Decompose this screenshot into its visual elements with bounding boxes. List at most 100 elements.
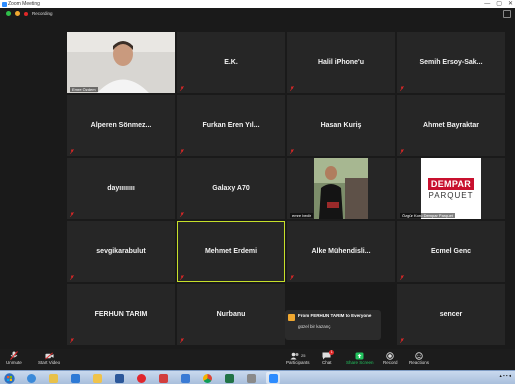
participant-tile[interactable]: Furkan Eren Yıl... xyxy=(177,95,285,156)
share-screen-icon xyxy=(355,351,364,360)
reactions-button[interactable]: Reactions xyxy=(409,351,429,365)
taskbar-explorer-icon[interactable] xyxy=(46,372,60,384)
record-label: Record xyxy=(383,360,398,365)
muted-mic-icon xyxy=(180,338,184,343)
participant-name: Halil iPhone'u xyxy=(317,59,364,66)
participants-label: Participants xyxy=(286,360,310,365)
gallery-view-button[interactable] xyxy=(503,10,511,18)
tray-icons[interactable]: ▴ ▪ ▪ ◂ xyxy=(500,373,511,378)
participant-video xyxy=(287,158,395,219)
participant-name: Mehmet Erdemi xyxy=(204,248,258,255)
participant-tile[interactable]: Emre Özdem xyxy=(67,32,175,93)
minimize-button[interactable]: — xyxy=(484,0,490,8)
share-screen-label: Share Screen xyxy=(346,360,374,365)
taskbar-folder-icon[interactable] xyxy=(90,372,104,384)
muted-mic-icon xyxy=(70,149,74,154)
dempar-parquet-logo: DEMPAR PARQUET xyxy=(421,158,481,219)
participant-tile[interactable]: Hasan Kuriş xyxy=(287,95,395,156)
status-row: Recording xyxy=(6,11,53,16)
meeting-top-bar xyxy=(0,8,515,22)
video-camera-off-icon xyxy=(44,351,54,360)
zoom-app-icon xyxy=(2,1,7,7)
participant-tile[interactable]: FERHUN TARIM xyxy=(67,284,175,345)
participant-name: FERHUN TARIM xyxy=(94,311,148,318)
participant-name: Ahmet Bayraktar xyxy=(422,122,480,129)
participant-tile[interactable]: Mehmet Erdemi xyxy=(177,221,285,282)
reactions-label: Reactions xyxy=(409,360,430,365)
participant-tile[interactable]: Semih Ersoy-Sak... xyxy=(397,32,505,93)
muted-mic-icon xyxy=(180,212,184,217)
taskbar-chrome-icon[interactable] xyxy=(200,372,214,384)
participant-video xyxy=(67,32,175,93)
chat-notification-message: güzel bir kazanç xyxy=(298,324,331,329)
participant-name: sencer xyxy=(439,311,463,318)
window-controls: — ▢ ✕ xyxy=(484,0,513,8)
taskbar-app-icon[interactable] xyxy=(156,372,170,384)
muted-microphone-icon xyxy=(9,351,18,360)
chat-icon: 1 xyxy=(322,350,335,360)
windows-taskbar: ▴ ▪ ▪ ◂ xyxy=(0,370,515,384)
participant-name: Semih Ersoy-Sak... xyxy=(419,59,483,66)
maximize-button[interactable]: ▢ xyxy=(496,0,502,8)
meeting-toolbar: Unmute Start Video 25 Participants 1 Cha… xyxy=(0,349,515,370)
participant-tile[interactable]: Ecmel Genc xyxy=(397,221,505,282)
participant-tile[interactable]: Nurbanu xyxy=(177,284,285,345)
close-button[interactable]: ✕ xyxy=(508,0,513,8)
muted-mic-icon xyxy=(400,86,404,91)
taskbar-excel-icon[interactable] xyxy=(222,372,236,384)
participants-button[interactable]: 25 Participants xyxy=(286,351,310,365)
taskbar-app3-icon[interactable] xyxy=(244,372,258,384)
participant-tile[interactable]: Halil iPhone'u xyxy=(287,32,395,93)
window-titlebar: Zoom Meeting — ▢ ✕ xyxy=(0,0,515,8)
taskbar-word-icon[interactable] xyxy=(112,372,126,384)
participant-name: Galaxy A70 xyxy=(212,185,250,192)
recording-dot-icon xyxy=(24,11,28,16)
participant-tile[interactable]: E.K. xyxy=(177,32,285,93)
participant-tile[interactable]: dayıııııııı xyxy=(67,158,175,219)
record-button[interactable]: Record xyxy=(383,351,398,365)
participants-count: 25 xyxy=(301,353,306,358)
chat-button[interactable]: 1 Chat xyxy=(322,350,335,365)
participant-name-tag: Özgür Koru Dempar Parquet xyxy=(400,213,455,218)
muted-mic-icon xyxy=(180,86,184,91)
participant-name: Furkan Eren Yıl... xyxy=(202,122,260,129)
share-screen-button[interactable]: Share Screen xyxy=(346,351,374,365)
windows-logo-icon xyxy=(3,372,15,384)
start-button[interactable] xyxy=(2,372,16,384)
participant-name: Hasan Kuriş xyxy=(320,122,362,129)
participant-tile[interactable]: sevgikarabulut xyxy=(67,221,175,282)
muted-mic-icon xyxy=(400,275,404,280)
participant-tile[interactable]: emre bedir xyxy=(287,158,395,219)
system-tray: ▴ ▪ ▪ ◂ xyxy=(500,373,511,378)
participant-tile[interactable]: Ahmet Bayraktar xyxy=(397,95,505,156)
start-video-button[interactable]: Start Video xyxy=(38,351,60,365)
taskbar-opera-icon[interactable] xyxy=(134,372,148,384)
security-shield-icon[interactable] xyxy=(6,11,11,16)
participant-name: sevgikarabulut xyxy=(96,248,146,255)
taskbar-app2-icon[interactable] xyxy=(178,372,192,384)
participant-tile[interactable]: DEMPAR PARQUET Özgür Koru Dempar Parquet xyxy=(397,158,505,219)
muted-mic-icon xyxy=(70,338,74,343)
participant-name: Alperen Sönmez... xyxy=(90,122,152,129)
unmute-button[interactable]: Unmute xyxy=(6,351,22,365)
taskbar-ie-icon[interactable] xyxy=(24,372,38,384)
participant-tile[interactable]: sencer xyxy=(397,284,505,345)
muted-mic-icon xyxy=(180,149,184,154)
chat-notification-sender: From FERHUN TARIM to Everyone xyxy=(298,313,372,318)
muted-mic-icon xyxy=(290,275,294,280)
chat-notification[interactable]: From FERHUN TARIM to Everyone güzel bir … xyxy=(285,310,381,340)
participant-name: Nurbanu xyxy=(216,311,246,318)
recording-label: Recording xyxy=(32,11,53,16)
window-title: Zoom Meeting xyxy=(8,1,40,7)
chat-unread-badge: 1 xyxy=(329,350,335,355)
participant-tile[interactable]: Galaxy A70 xyxy=(177,158,285,219)
unmute-label: Unmute xyxy=(6,360,22,365)
record-icon xyxy=(386,351,395,360)
meeting-info-icon[interactable] xyxy=(15,11,20,16)
participant-tile[interactable]: Alperen Sönmez... xyxy=(67,95,175,156)
participant-tile[interactable]: Alke Mühendisli... xyxy=(287,221,395,282)
taskbar-zoom-icon[interactable] xyxy=(266,372,280,384)
taskbar-media-icon[interactable] xyxy=(68,372,82,384)
muted-mic-icon xyxy=(400,149,404,154)
participants-icon: 25 xyxy=(289,351,307,360)
